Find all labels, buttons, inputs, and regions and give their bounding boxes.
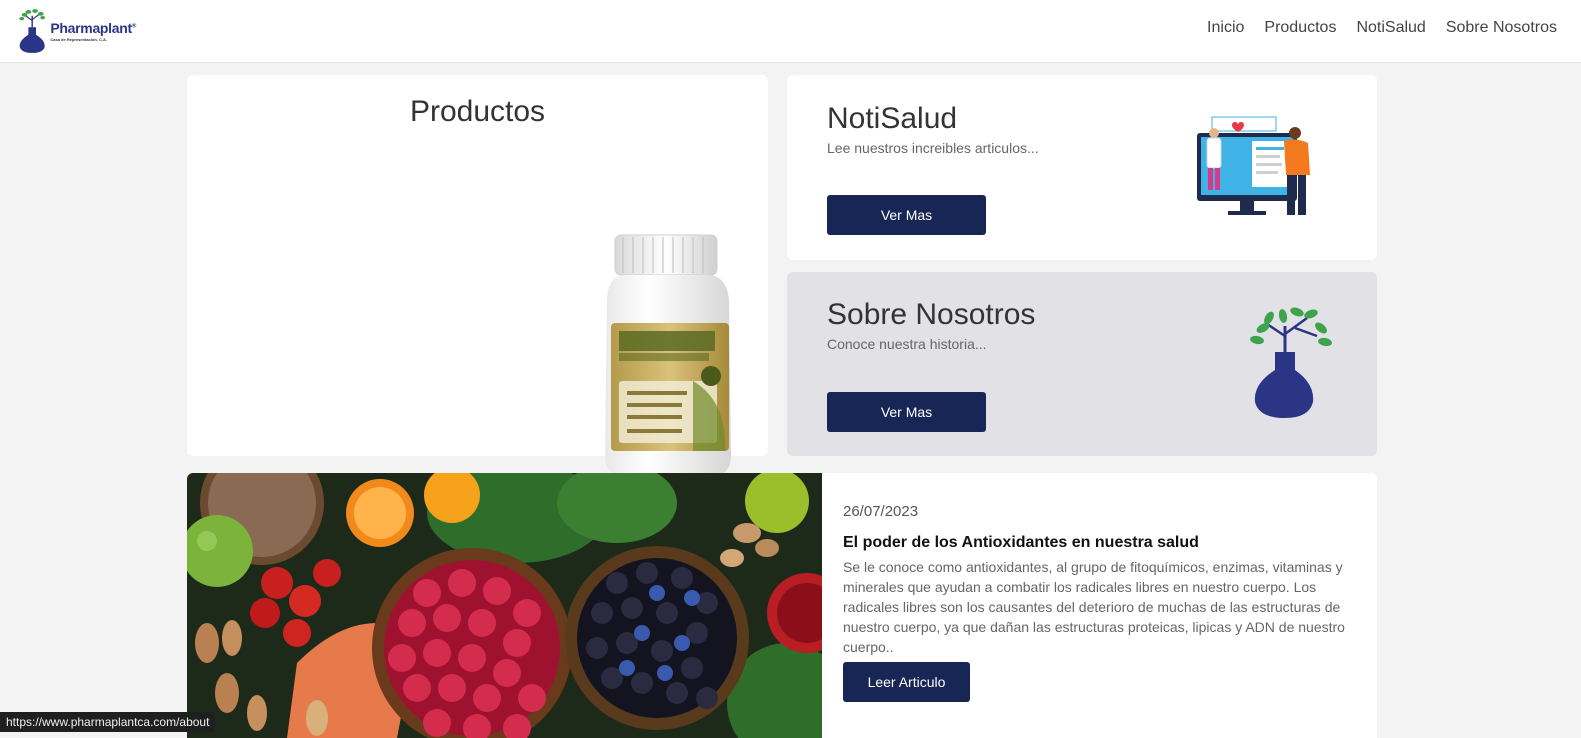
productos-card[interactable]: Productos [187,75,768,477]
notisalud-ver-mas-button[interactable]: Ver Mas [827,195,986,235]
status-bar-url: https://www.pharmaplantca.com/about [0,712,216,732]
article-excerpt: Se le conoce como antioxidantes, al grup… [843,559,1345,655]
sobre-nosotros-card: Sobre Nosotros Conoce nuestra historia..… [787,272,1377,456]
plant-flask-logo-icon [19,9,46,53]
sobre-nosotros-subtitle: Conoce nuestra historia... [827,336,987,352]
nav-sobre-nosotros[interactable]: Sobre Nosotros [1446,19,1557,37]
plant-flask-logo-icon [1250,307,1332,418]
nav-inicio[interactable]: Inicio [1207,19,1244,37]
nav-productos[interactable]: Productos [1264,19,1336,37]
leer-articulo-button[interactable]: Leer Articulo [843,662,970,702]
brand-name: Pharmaplant® [50,20,136,36]
productos-title: Productos [409,95,546,128]
notisalud-subtitle: Lee nuestros increibles articulos... [827,140,1039,156]
doctor-consultation-illustration [1197,116,1310,215]
article-card: 26/07/2023 El poder de los Antioxidantes… [187,473,1377,738]
sobre-nosotros-title: Sobre Nosotros [827,298,1036,331]
fruits-vegetables-photo [187,473,822,738]
logo-text: Pharmaplant® Casa de Representación, C.A… [50,20,136,42]
notisalud-card: NotiSalud Lee nuestros increibles articu… [787,75,1377,260]
notisalud-title: NotiSalud [827,102,958,135]
sobre-nosotros-ver-mas-button[interactable]: Ver Mas [827,392,986,432]
brand-tagline: Casa de Representación, C.A. [50,37,108,42]
logo-link[interactable]: Pharmaplant® Casa de Representación, C.A… [16,6,136,56]
main-nav: Inicio Productos NotiSalud Sobre Nosotro… [1207,19,1557,37]
article-date: 26/07/2023 [843,503,919,520]
navbar: Pharmaplant® Casa de Representación, C.A… [0,0,1581,63]
nav-notisalud[interactable]: NotiSalud [1356,19,1425,37]
supplement-bottle-icon [605,234,731,477]
article-title: El poder de los Antioxidantes en nuestra… [843,534,1199,551]
